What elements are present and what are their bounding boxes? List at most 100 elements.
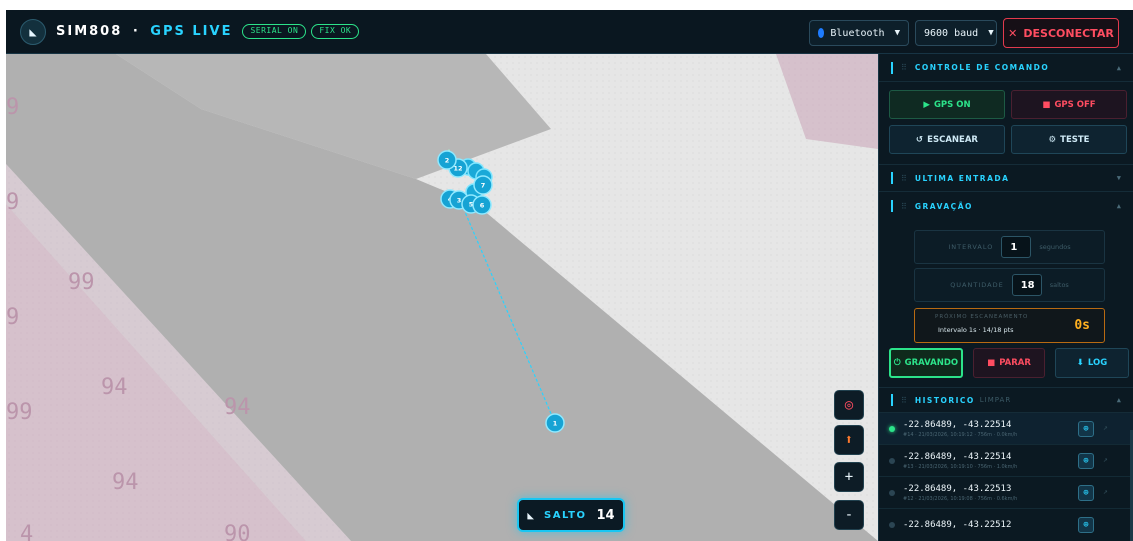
section-accent-bar bbox=[891, 61, 893, 74]
fix-status-badge: FIX OK bbox=[311, 24, 360, 39]
track-point-label: 3 bbox=[457, 197, 462, 205]
satellite-dish-icon: ◣ bbox=[527, 508, 535, 522]
gps-off-button[interactable]: ■ GPS OFF bbox=[1011, 90, 1127, 119]
chevron-down-icon: ▼ bbox=[988, 28, 994, 38]
test-button[interactable]: ⚙ TESTE bbox=[1011, 125, 1127, 154]
history-item[interactable]: -22.86489, -43.22513 #12 · 21/03/2026, 1… bbox=[879, 477, 1133, 509]
crosshair-icon[interactable]: ⊕ bbox=[1078, 421, 1094, 437]
drag-handle-icon[interactable]: ⠿ bbox=[901, 202, 907, 211]
connection-type-value: Bluetooth bbox=[830, 27, 885, 39]
scan-button[interactable]: ↺ ESCANEAR bbox=[889, 125, 1005, 154]
drag-handle-icon[interactable]: ⠿ bbox=[901, 63, 907, 72]
track-point-label: 2 bbox=[445, 157, 450, 165]
external-link-icon[interactable]: ↗ bbox=[1103, 487, 1108, 496]
test-label: TESTE bbox=[1060, 134, 1090, 145]
jump-label: SALTO bbox=[544, 509, 587, 521]
log-button[interactable]: ⬇ LOG bbox=[1055, 348, 1129, 378]
history-item[interactable]: -22.86489, -43.22514 #13 · 21/03/2026, 1… bbox=[879, 445, 1133, 477]
interval-unit: segundos bbox=[1039, 243, 1071, 251]
section-accent-bar bbox=[891, 172, 893, 184]
app-title-separator: · bbox=[132, 24, 140, 39]
history-section-header[interactable]: ⠿ HISTORICO LIMPAR ▲ bbox=[879, 387, 1133, 413]
gps-on-button[interactable]: ▶ GPS ON bbox=[889, 90, 1005, 119]
drag-handle-icon[interactable]: ⠿ bbox=[901, 396, 907, 405]
target-icon[interactable]: ◎ bbox=[834, 390, 864, 420]
stop-button[interactable]: ■ PARAR bbox=[973, 348, 1046, 378]
history-coords: -22.86489, -43.22512 bbox=[903, 520, 1012, 530]
track-point-label: 6 bbox=[480, 202, 485, 210]
map-canvas[interactable]: 9 9 99 9 94 94 99 94 4 90 122743561 bbox=[6, 54, 878, 541]
side-panel: ⠿ CONTROLE DE COMANDO ▲ ▶ GPS ON ■ GPS O… bbox=[878, 54, 1133, 541]
track-point-label: 1 bbox=[553, 420, 558, 428]
status-dot bbox=[889, 489, 895, 496]
svg-text:99: 99 bbox=[68, 270, 95, 295]
crosshair-icon[interactable]: ⊕ bbox=[1078, 485, 1094, 501]
baud-rate-select[interactable]: 9600 baud ▼ bbox=[915, 20, 997, 46]
serial-status-badge: SERIAL ON bbox=[242, 24, 307, 39]
external-link-icon[interactable]: ↗ bbox=[1103, 423, 1108, 432]
top-bar: ◣ SIM808 · GPS LIVE SERIAL ON FIX OK Blu… bbox=[6, 10, 1133, 54]
history-item[interactable]: -22.86489, -43.22512 ⊕ bbox=[879, 509, 1133, 541]
external-link-icon[interactable]: ↗ bbox=[1103, 455, 1108, 464]
play-icon: ▶ bbox=[923, 99, 930, 110]
disconnect-button[interactable]: ✕ DESCONECTAR bbox=[1003, 18, 1119, 48]
baud-rate-value: 9600 baud bbox=[924, 27, 979, 39]
satellite-dish-icon: ◣ bbox=[20, 18, 46, 45]
history-coords: -22.86489, -43.22513 bbox=[903, 483, 1012, 494]
app-window: ◣ SIM808 · GPS LIVE SERIAL ON FIX OK Blu… bbox=[6, 10, 1133, 541]
app-title-accent: GPS LIVE bbox=[150, 24, 233, 39]
live-status-dot bbox=[889, 425, 895, 432]
history-item[interactable]: -22.86489, -43.22514 #14 · 21/03/2026, 1… bbox=[879, 413, 1133, 445]
count-unit: saltos bbox=[1049, 281, 1069, 289]
recording-buttons: ⏻ GRAVANDO ■ PARAR ⬇ LOG bbox=[879, 348, 1133, 378]
zoom-out-button[interactable]: - bbox=[834, 500, 864, 530]
command-buttons: ▶ GPS ON ■ GPS OFF ↺ ESCANEAR ⚙ TESTE bbox=[879, 82, 1133, 164]
collapse-icon[interactable]: ▲ bbox=[1117, 396, 1121, 404]
track-point-label: 7 bbox=[481, 182, 486, 190]
next-scan-countdown: 0s bbox=[1074, 318, 1090, 333]
count-input[interactable]: 18 bbox=[1011, 274, 1042, 296]
recording-label: GRAVANDO bbox=[904, 358, 959, 368]
svg-text:90: 90 bbox=[224, 522, 251, 541]
svg-text:9: 9 bbox=[6, 190, 19, 215]
last-entry-section-header[interactable]: ⠿ ULTIMA ENTRADA ▼ bbox=[879, 164, 1133, 192]
app-title: SIM808 · GPS LIVE bbox=[56, 24, 232, 39]
stop-icon: ■ bbox=[987, 358, 996, 368]
connection-type-select[interactable]: Bluetooth ▼ bbox=[809, 20, 909, 46]
refresh-icon: ↺ bbox=[916, 134, 924, 145]
crosshair-icon[interactable]: ⊕ bbox=[1078, 517, 1094, 533]
jump-value: 14 bbox=[596, 507, 615, 523]
drag-handle-icon[interactable]: ⠿ bbox=[901, 174, 907, 183]
next-scan-subtitle: Intervalo 1s · 14/18 pts bbox=[938, 326, 1014, 334]
command-section-header[interactable]: ⠿ CONTROLE DE COMANDO ▲ bbox=[879, 54, 1133, 82]
next-scan-box: PRÓXIMO ESCANEAMENTO Intervalo 1s · 14/1… bbox=[914, 308, 1105, 343]
history-coords: -22.86489, -43.22514 bbox=[903, 419, 1012, 430]
interval-field: INTERVALO 1 segundos bbox=[914, 230, 1105, 264]
gear-icon: ⚙ bbox=[1048, 134, 1057, 145]
crosshair-icon[interactable]: ⊕ bbox=[1078, 453, 1094, 469]
jump-indicator[interactable]: ◣ SALTO 14 bbox=[517, 498, 625, 532]
recording-button[interactable]: ⏻ GRAVANDO bbox=[889, 348, 964, 378]
pin-icon[interactable]: ⬆ bbox=[834, 425, 864, 455]
zoom-in-button[interactable]: + bbox=[834, 462, 864, 492]
collapse-icon[interactable]: ▲ bbox=[1117, 202, 1121, 210]
history-clear-link[interactable]: LIMPAR bbox=[980, 396, 1011, 404]
section-accent-bar bbox=[891, 394, 893, 406]
svg-text:9: 9 bbox=[6, 305, 19, 330]
svg-text:9: 9 bbox=[6, 95, 19, 120]
svg-text:94: 94 bbox=[224, 395, 251, 420]
interval-input[interactable]: 1 bbox=[1001, 236, 1032, 258]
recording-section-header[interactable]: ⠿ GRAVAÇÃO ▲ bbox=[879, 192, 1133, 220]
count-label: QUANTIDADE bbox=[950, 281, 1004, 289]
expand-icon[interactable]: ▼ bbox=[1117, 174, 1121, 182]
gps-on-label: GPS ON bbox=[933, 99, 971, 110]
count-field: QUANTIDADE 18 saltos bbox=[914, 268, 1105, 302]
section-accent-bar bbox=[891, 200, 893, 212]
svg-text:99: 99 bbox=[6, 400, 33, 425]
history-section-title: HISTORICO bbox=[914, 395, 975, 405]
collapse-icon[interactable]: ▲ bbox=[1117, 64, 1121, 72]
map-view[interactable]: 9 9 99 9 94 94 99 94 4 90 122743561 ◎ ⬆ … bbox=[6, 54, 878, 541]
close-icon: ✕ bbox=[1008, 26, 1018, 40]
bluetooth-icon bbox=[818, 28, 825, 38]
svg-text:94: 94 bbox=[101, 375, 128, 400]
